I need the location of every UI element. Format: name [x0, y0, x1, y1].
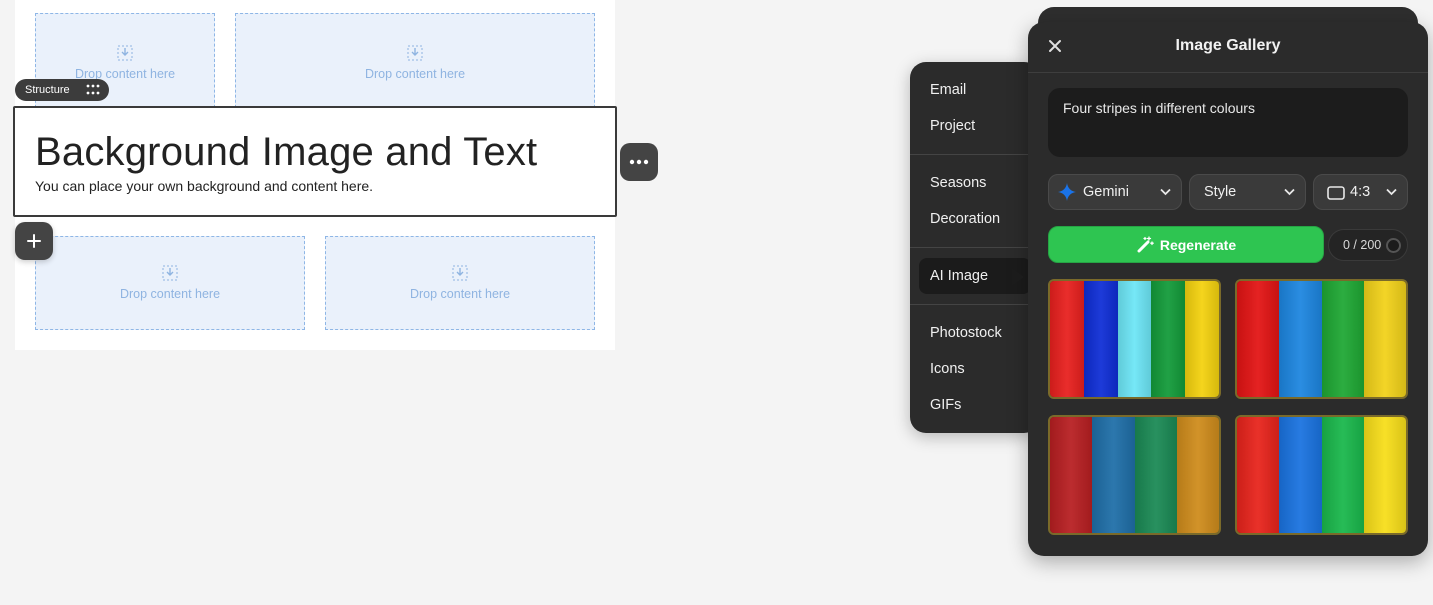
- drop-label: Drop content here: [364, 67, 466, 81]
- chevron-down-icon: [1160, 188, 1171, 196]
- style-label: Style: [1204, 184, 1237, 200]
- drop-icon: [117, 45, 133, 61]
- generated-image-thumbnail[interactable]: [1235, 415, 1408, 535]
- color-stripe: [1092, 417, 1135, 533]
- menu-item-seasons[interactable]: Seasons: [930, 175, 986, 191]
- color-stripe: [1363, 417, 1406, 533]
- model-select[interactable]: Gemini: [1048, 174, 1182, 210]
- color-stripe: [1050, 417, 1093, 533]
- menu-divider: [910, 247, 1030, 248]
- plus-icon: [27, 234, 41, 248]
- drop-label: Drop content here: [119, 287, 221, 301]
- aspect-ratio-select[interactable]: 4:3: [1313, 174, 1408, 210]
- color-stripe: [1363, 281, 1406, 397]
- block-title[interactable]: Background Image and Text: [35, 130, 537, 175]
- menu-divider: [910, 304, 1030, 305]
- menu-item-ai-image[interactable]: AI Image: [930, 268, 988, 284]
- drop-zone[interactable]: Drop content here: [235, 13, 595, 113]
- color-stripe: [1279, 417, 1322, 533]
- structure-label: Structure: [25, 84, 70, 96]
- prompt-input[interactable]: Four stripes in different colours: [1048, 88, 1408, 157]
- block-text[interactable]: You can place your own background and co…: [35, 178, 373, 194]
- image-gallery-panel: Image Gallery Four stripes in different …: [1028, 22, 1428, 556]
- magic-wand-icon: [1137, 235, 1154, 252]
- chevron-down-icon: [1284, 188, 1295, 196]
- aspect-ratio-icon: [1327, 186, 1345, 200]
- model-label: Gemini: [1083, 184, 1129, 200]
- menu-pointer-icon: [1012, 268, 1024, 286]
- color-stripe: [1321, 417, 1364, 533]
- gemini-star-icon: [1058, 183, 1076, 201]
- drop-zone[interactable]: Drop content here: [35, 236, 305, 330]
- color-stripe: [1050, 281, 1084, 397]
- menu-item-icons[interactable]: Icons: [930, 361, 965, 377]
- generation-counter: 0 / 200: [1328, 229, 1408, 261]
- panel-header: Image Gallery: [1028, 22, 1428, 73]
- menu-divider: [910, 154, 1030, 155]
- drop-icon: [407, 45, 423, 61]
- menu-item-decoration[interactable]: Decoration: [930, 211, 1000, 227]
- drag-handle-icon[interactable]: [86, 84, 100, 96]
- menu-item-email[interactable]: Email: [930, 82, 966, 98]
- color-stripe: [1237, 281, 1280, 397]
- panel-title: Image Gallery: [1175, 37, 1281, 54]
- regenerate-button[interactable]: Regenerate: [1048, 226, 1324, 263]
- color-stripe: [1151, 281, 1186, 397]
- color-stripe: [1279, 281, 1322, 397]
- menu-item-project[interactable]: Project: [930, 118, 975, 134]
- color-stripe: [1321, 281, 1364, 397]
- background-image-text-block[interactable]: Background Image and Text You can place …: [13, 106, 617, 217]
- menu-item-gifs[interactable]: GIFs: [930, 397, 961, 413]
- more-options-button[interactable]: [620, 143, 658, 181]
- drop-zone[interactable]: Drop content here: [325, 236, 595, 330]
- style-select[interactable]: Style: [1189, 174, 1306, 210]
- generated-image-thumbnail[interactable]: [1235, 279, 1408, 399]
- drop-label: Drop content here: [409, 287, 511, 301]
- color-stripe: [1185, 281, 1219, 397]
- gallery-category-menu: Email Project Seasons Decoration AI Imag…: [910, 62, 1040, 433]
- color-stripe: [1237, 417, 1280, 533]
- drop-icon: [452, 265, 468, 281]
- regenerate-label: Regenerate: [1159, 236, 1237, 253]
- structure-badge[interactable]: Structure: [15, 79, 109, 101]
- generated-image-thumbnail[interactable]: [1048, 279, 1221, 399]
- color-stripe: [1176, 417, 1219, 533]
- color-stripe: [1134, 417, 1177, 533]
- ratio-label: 4:3: [1350, 184, 1371, 200]
- more-icon: [629, 159, 649, 165]
- counter-text: 0 / 200: [1343, 238, 1382, 252]
- drop-icon: [162, 265, 178, 281]
- usage-ring-icon: [1386, 238, 1401, 253]
- menu-item-photostock[interactable]: Photostock: [930, 325, 1002, 341]
- color-stripe: [1083, 281, 1118, 397]
- color-stripe: [1117, 281, 1152, 397]
- generated-image-thumbnail[interactable]: [1048, 415, 1221, 535]
- chevron-down-icon: [1386, 188, 1397, 196]
- add-block-button[interactable]: [15, 222, 53, 260]
